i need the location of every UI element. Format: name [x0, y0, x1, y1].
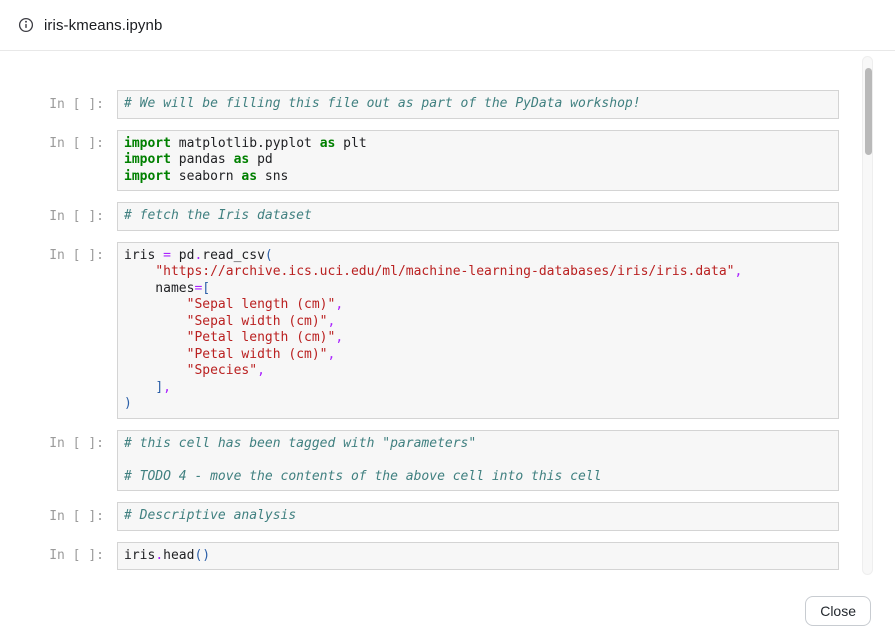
code-line: # We will be filling this file out as pa… [124, 96, 832, 113]
notebook-scroll-area[interactable]: In [ ]: # We will be filling this file ou… [0, 52, 895, 575]
cell-prompt: In [ ]: [0, 430, 104, 492]
code-line: import pandas as pd [124, 152, 832, 169]
notebook-cell: In [ ]: # this cell has been tagged with … [0, 430, 839, 492]
scrollbar-track[interactable] [862, 56, 873, 575]
code-line: "Petal width (cm)", [124, 347, 832, 364]
code-cell: # We will be filling this file out as pa… [117, 90, 839, 119]
code-line: "Species", [124, 363, 832, 380]
notebook-cell: In [ ]:import matplotlib.pyplot as pltim… [0, 130, 839, 192]
cell-prompt: In [ ]: [0, 542, 104, 571]
close-button[interactable]: Close [805, 596, 871, 626]
code-cell: # this cell has been tagged with "parame… [117, 430, 839, 492]
notebook-preview-modal: iris-kmeans.ipynb In [ ]: # We will be fi… [0, 0, 895, 643]
code-line: import seaborn as sns [124, 169, 832, 186]
code-line: # fetch the Iris dataset [124, 208, 832, 225]
notebook-cell: In [ ]: # fetch the Iris dataset [0, 202, 839, 231]
code-line: import matplotlib.pyplot as plt [124, 136, 832, 153]
code-line: # this cell has been tagged with "parame… [124, 436, 832, 453]
cell-prompt: In [ ]: [0, 502, 104, 531]
file-title: iris-kmeans.ipynb [44, 17, 162, 34]
code-line: ], [124, 380, 832, 397]
code-line: # Descriptive analysis [124, 508, 832, 525]
code-cell: iris = pd.read_csv( "https://archive.ics… [117, 242, 839, 419]
code-line [124, 452, 832, 469]
code-line: "https://archive.ics.uci.edu/ml/machine-… [124, 264, 832, 281]
cell-prompt: In [ ]: [0, 130, 104, 192]
code-line: iris = pd.read_csv( [124, 248, 832, 265]
cell-prompt: In [ ]: [0, 202, 104, 231]
modal-header: iris-kmeans.ipynb [0, 0, 895, 51]
code-line: ) [124, 396, 832, 413]
notebook-cells: In [ ]: # We will be filling this file ou… [0, 90, 839, 570]
code-line: # TODO 4 - move the contents of the abov… [124, 469, 832, 486]
cell-prompt: In [ ]: [0, 90, 104, 119]
code-line: "Sepal width (cm)", [124, 314, 832, 331]
notebook-cell: In [ ]: # We will be filling this file ou… [0, 90, 839, 119]
notebook-cell: In [ ]: # Descriptive analysis [0, 502, 839, 531]
code-line: "Petal length (cm)", [124, 330, 832, 347]
notebook-cell: In [ ]: iris.head() [0, 542, 839, 571]
code-cell: # fetch the Iris dataset [117, 202, 839, 231]
notebook-cell: In [ ]:iris = pd.read_csv( "https://arch… [0, 242, 839, 419]
cell-prompt: In [ ]: [0, 242, 104, 419]
code-line: iris.head() [124, 548, 832, 565]
code-cell: import matplotlib.pyplot as pltimport pa… [117, 130, 839, 192]
info-icon[interactable] [18, 17, 34, 33]
code-line: names=[ [124, 281, 832, 298]
code-cell: iris.head() [117, 542, 839, 571]
code-line: "Sepal length (cm)", [124, 297, 832, 314]
scrollbar-thumb[interactable] [865, 68, 872, 155]
code-cell: # Descriptive analysis [117, 502, 839, 531]
